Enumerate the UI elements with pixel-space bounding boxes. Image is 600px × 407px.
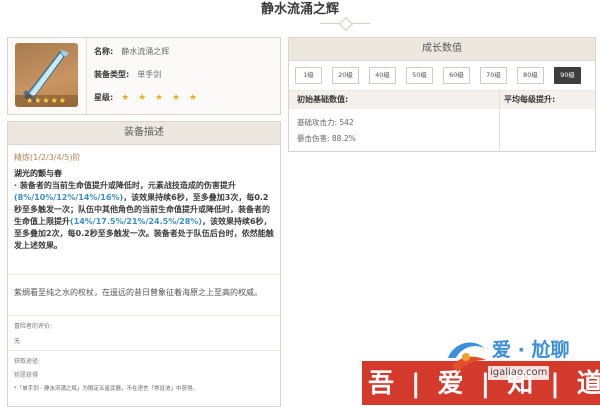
info-row-rarity: 星级: ★ ★ ★ ★ ★ [94,90,200,106]
stat-atk: 基础攻击力: 542 [297,118,354,127]
lore-text: 紫绸看至纯之水的权杖，在遥远的昔日曾象征着海原之上至高的权威。 [14,288,262,297]
stat-table: 初始基础数值: 平均每级提升: 基础攻击力: 542 暴击伤害: 88.2% [289,90,595,152]
type-label: 装备类型: [94,70,130,79]
name-label: 名称: [94,47,114,56]
passive-text-part1: · 装备者的当前生命值提升或降低时，元素战技造成的伤害提升 [14,181,236,190]
type-value: 单手剑 [137,70,162,79]
source-value: 祈愿获得 [14,372,39,379]
passive-highlight-2: (14%/17.5%/21%/24.5%/28%) [70,217,202,226]
description-heading: 装备描述 [8,122,280,145]
passive-description: · 装备者的当前生命值提升或降低时，元素战技造成的伤害提升 (8%/10%/12%… [14,180,276,252]
title-ornament [320,23,370,30]
info-divider [86,38,87,114]
refinement-label: 精炼(1/2/3/4/5)阶 [14,153,81,162]
weapon-info-card: ★★★★★ 名称: 静水流涌之辉 装备类型: 单手剑 星级: ★ ★ ★ ★ ★ [7,37,281,115]
footnote: *「单手剑 · 静水流涌之辉」为限定五星武器，不在语言「常驻池」中获得。 [14,386,198,392]
level-button-80[interactable]: 80级 [517,67,544,84]
level-button-70[interactable]: 70级 [480,67,507,84]
divider [8,350,280,351]
source-label: 获取途径: [14,358,41,365]
rarity-stars: ★ ★ ★ ★ ★ [121,93,200,103]
growth-card: 成长数值 1级 20级 40级 50级 60级 70级 80级 90级 初始基础… [288,37,596,152]
divider [8,274,280,275]
avg-growth-header: 平均每级提升: [499,91,595,109]
description-card: 装备描述 精炼(1/2/3/4/5)阶 湖光的颤与春 · 装备者的当前生命值提升… [7,121,281,407]
level-button-20[interactable]: 20级 [332,67,359,84]
divider [8,315,280,316]
weapon-image: ★★★★★ [15,43,78,107]
page-title: 静水流涌之辉 [260,2,339,17]
level-button-60[interactable]: 60级 [443,67,470,84]
level-button-50[interactable]: 50级 [406,67,433,84]
watermark-url: igaliao.com [488,366,550,380]
watermark-logo-icon [444,336,490,376]
info-row-type: 装备类型: 单手剑 [94,67,161,83]
column-divider [499,109,500,152]
review-value: 无 [14,338,21,345]
passive-highlight-1: (8%/10%/12%/14%/16%) [14,193,124,202]
name-value: 静水流涌之辉 [121,47,170,56]
info-row-name: 名称: 静水流涌之辉 [94,44,169,60]
growth-heading: 成长数值 [289,38,595,61]
stat-crit-dmg: 暴击伤害: 88.2% [297,134,356,143]
level-button-90[interactable]: 90级 [554,67,581,84]
review-label: 冒险者的评价: [14,323,53,330]
rarity-label: 星级: [94,93,114,102]
base-stats-header: 初始基础数值: [289,91,507,109]
passive-name: 湖光的颤与春 [14,169,62,178]
level-button-40[interactable]: 40级 [369,67,396,84]
level-button-1[interactable]: 1级 [295,67,322,84]
weapon-rarity-strip: ★★★★★ [15,95,78,107]
watermark-name: 爱 · 尬聊 [492,339,570,361]
